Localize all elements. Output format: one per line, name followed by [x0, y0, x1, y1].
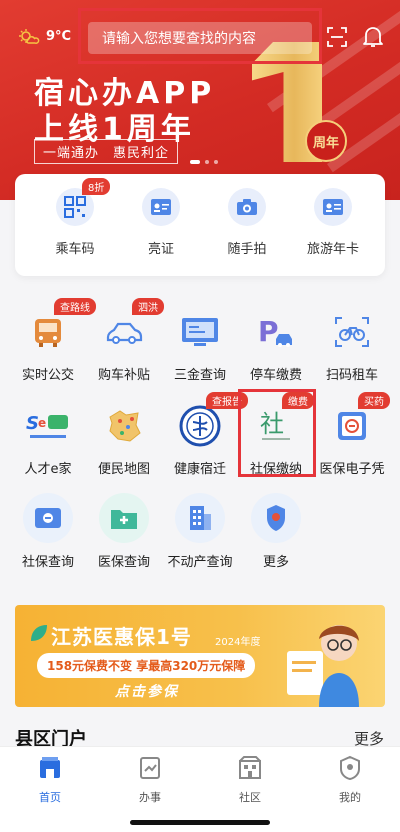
service-medical-insurance-query[interactable]: 医保查询 — [88, 493, 160, 570]
weather-widget[interactable]: 9°C — [18, 28, 71, 44]
tab-label: 我的 — [339, 791, 361, 804]
svg-text:P: P — [258, 315, 279, 348]
service-more[interactable]: 更多 — [240, 493, 312, 570]
service-label: 购车补贴 — [97, 368, 150, 383]
monitor-icon — [176, 308, 224, 356]
service-badge: 买药 — [358, 392, 390, 409]
insurance-cta[interactable]: 点击参保 — [115, 681, 179, 701]
insurance-title: 江苏医惠保1号 — [51, 625, 192, 649]
service-car-subsidy[interactable]: 泗洪 购车补贴 — [88, 298, 164, 383]
map-icon — [100, 402, 148, 450]
service-health-suqian[interactable]: 查报告 健康宿迁 — [164, 392, 248, 477]
quick-item-label: 乘车码 — [55, 242, 95, 257]
camera-icon — [228, 188, 266, 226]
service-three-funds-query[interactable]: 三金查询 — [164, 308, 236, 383]
social-security-highlight-box — [238, 389, 316, 477]
temperature-text: 9°C — [46, 28, 72, 44]
quick-item-label: 旅游年卡 — [306, 242, 359, 257]
quick-item-label: 随手拍 — [227, 242, 267, 257]
medical-card-icon: 买药 — [328, 392, 390, 450]
parking-icon: P — [252, 308, 300, 356]
social-card-icon — [23, 493, 73, 543]
quick-item-travel-card[interactable]: 旅游年卡 — [293, 188, 373, 257]
bus-icon: 查路线 — [24, 298, 96, 356]
service-label: 健康宿迁 — [173, 462, 226, 477]
qr-code-icon: 8折 — [56, 178, 111, 226]
discount-badge: 8折 — [82, 178, 111, 195]
tab-profile[interactable]: 我的 — [320, 755, 380, 805]
service-label: 医保查询 — [97, 555, 150, 570]
tab-label: 社区 — [239, 791, 261, 804]
svg-text:e: e — [38, 416, 46, 430]
service-label: 社保查询 — [21, 555, 74, 570]
quick-item-snapshot[interactable]: 随手拍 — [207, 188, 287, 257]
home-icon — [40, 757, 60, 778]
community-building-icon — [239, 756, 261, 779]
leaf-logo-icon — [31, 625, 47, 641]
quick-item-label: 亮证 — [147, 242, 174, 257]
service-medical-e-voucher[interactable]: 买药 医保电子凭 — [316, 392, 390, 477]
service-label: 三金查询 — [173, 368, 226, 383]
tab-community[interactable]: 社区 — [220, 755, 280, 805]
service-label: 更多 — [262, 555, 289, 570]
tab-label: 办事 — [139, 791, 161, 804]
bike-scan-icon — [328, 308, 376, 356]
carousel-indicator — [190, 160, 218, 164]
scan-icon[interactable] — [326, 26, 348, 48]
service-social-security-query[interactable]: 社保查询 — [12, 493, 84, 570]
quick-item-show-id[interactable]: 亮证 — [121, 188, 201, 257]
service-real-estate-query[interactable]: 不动产查询 — [164, 493, 236, 570]
service-scan-rent-bike[interactable]: 扫码租车 — [316, 308, 388, 383]
profile-icon — [340, 755, 360, 781]
service-label: 不动产查询 — [167, 555, 233, 570]
carousel-dot — [190, 160, 200, 164]
quick-item-bus-code[interactable]: 8折 乘车码 — [35, 178, 115, 257]
carousel-dot — [205, 160, 209, 164]
tab-home[interactable]: 首页 — [20, 755, 80, 805]
carousel-dot — [214, 160, 218, 164]
cartoon-person-illustration — [287, 625, 359, 707]
document-icon — [140, 757, 160, 779]
insurance-year: 2024年度 — [215, 637, 261, 648]
tab-label: 首页 — [39, 791, 61, 804]
service-badge: 泗洪 — [132, 298, 164, 315]
weather-cloud-icon — [19, 29, 40, 44]
more-shield-icon — [251, 493, 301, 543]
health-emblem-icon: 查报告 — [176, 392, 248, 450]
top-bar: 9°C 请输入您想要查找的内容 — [0, 8, 400, 64]
building-icon — [175, 493, 225, 543]
service-label: 医保电子凭 — [319, 462, 385, 477]
insurance-promo-banner[interactable]: 江苏医惠保1号 2024年度 158元保费不变 享最高320万元保障 点击参保 — [15, 605, 385, 707]
service-label: 实时公交 — [21, 368, 74, 383]
id-card-icon — [142, 188, 180, 226]
home-indicator — [130, 820, 270, 825]
tab-services[interactable]: 办事 — [120, 755, 180, 805]
insurance-subtitle: 158元保费不变 享最高320万元保障 — [37, 653, 256, 678]
service-label: 停车缴费 — [249, 368, 302, 383]
service-parking-payment[interactable]: P 停车缴费 — [240, 308, 312, 383]
search-highlight-box — [78, 8, 322, 64]
banner-slogan: 一端通办 惠民利企 — [34, 139, 179, 164]
bell-icon[interactable] — [362, 25, 384, 49]
service-label: 人才e家 — [24, 462, 72, 477]
talent-logo-icon: S e — [24, 402, 72, 450]
service-label: 便民地图 — [97, 462, 150, 477]
travel-card-icon — [314, 188, 352, 226]
service-convenience-map[interactable]: 便民地图 — [88, 402, 160, 477]
quick-access-card: 8折 乘车码 亮证 随手拍 旅游年卡 — [15, 174, 385, 276]
anniversary-year-badge: 周年 — [305, 120, 347, 162]
service-realtime-bus[interactable]: 查路线 实时公交 — [12, 298, 96, 383]
service-label: 扫码租车 — [325, 368, 378, 383]
car-icon: 泗洪 — [100, 298, 164, 356]
service-talent-home[interactable]: S e 人才e家 — [12, 402, 84, 477]
medical-folder-icon — [99, 493, 149, 543]
